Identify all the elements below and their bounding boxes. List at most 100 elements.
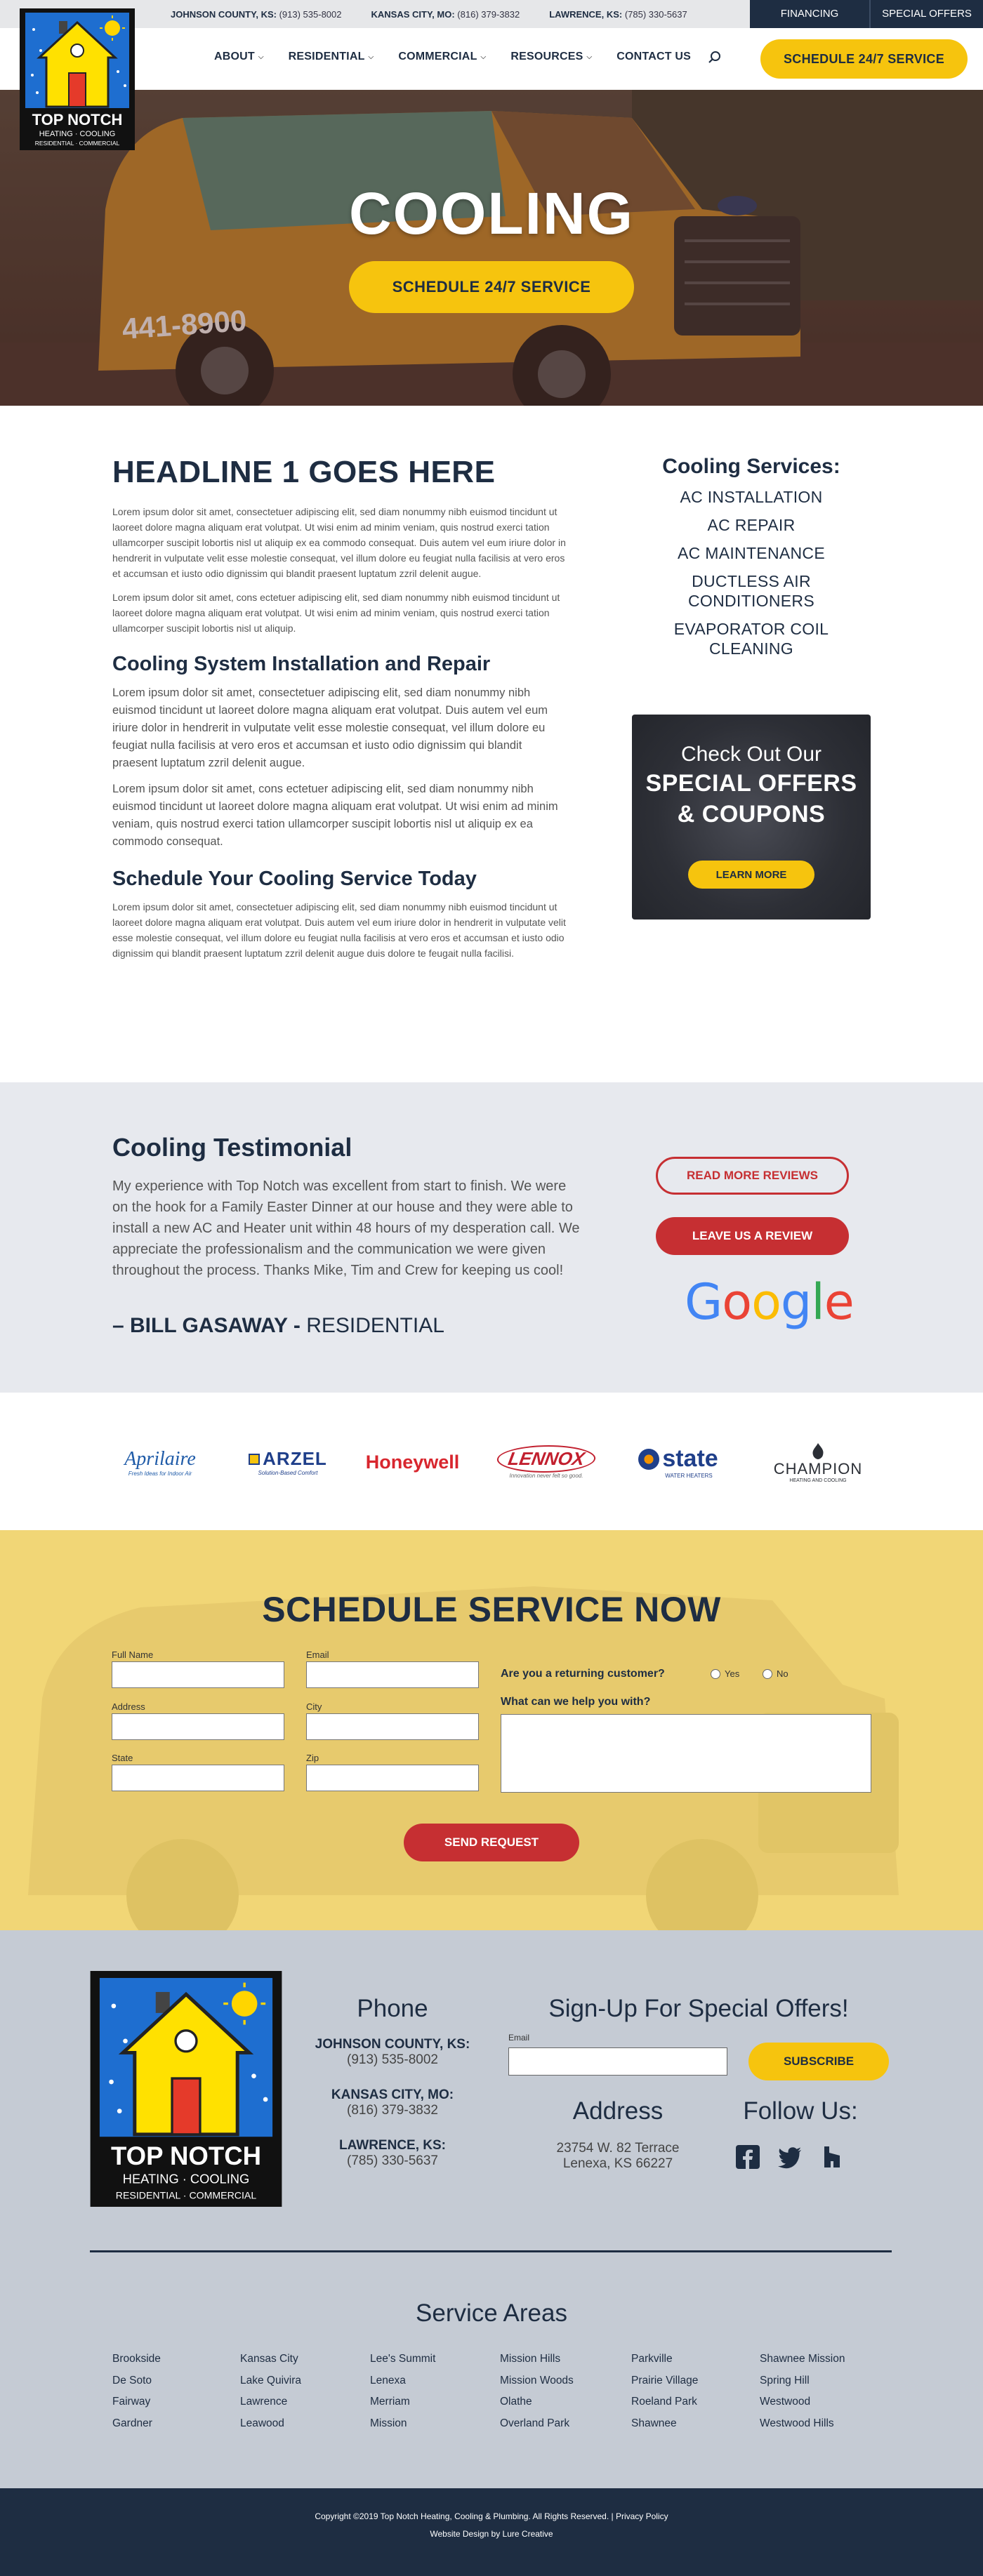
label-city: City	[306, 1701, 322, 1712]
label-zip: Zip	[306, 1753, 319, 1763]
brand-honeywell: Honeywell	[365, 1451, 460, 1473]
newsletter-email-input[interactable]	[508, 2047, 727, 2076]
send-request-button[interactable]: SEND REQUEST	[404, 1824, 579, 1861]
service-link-evaporator[interactable]: EVAPORATOR COIL CLEANING	[632, 619, 871, 658]
service-link-ac-repair[interactable]: AC REPAIR	[632, 515, 871, 535]
nav-commercial[interactable]: COMMERCIAL ⌵	[398, 51, 486, 63]
subheading: Cooling System Installation and Repair	[112, 653, 491, 675]
service-area[interactable]: Mission	[370, 2413, 496, 2435]
service-area[interactable]: Overland Park	[500, 2413, 626, 2435]
help-textarea[interactable]	[501, 1714, 871, 1793]
service-area[interactable]: Mission Hills	[500, 2349, 626, 2370]
zip-input[interactable]	[306, 1765, 479, 1791]
twitter-icon[interactable]	[778, 2145, 802, 2169]
hero-schedule-button[interactable]: SCHEDULE 24/7 SERVICE	[349, 261, 634, 313]
service-area[interactable]: Roeland Park	[631, 2391, 758, 2413]
phone-johnson[interactable]: JOHNSON COUNTY, KS: (913) 535-8002	[171, 9, 342, 20]
service-areas-column: Brookside De Soto Fairway Gardner	[112, 2349, 239, 2434]
subheading: Schedule Your Cooling Service Today	[112, 868, 477, 890]
services-title: Cooling Services:	[662, 455, 840, 478]
paragraph: Lorem ipsum dolor sit amet, cons ectetue…	[112, 783, 558, 848]
service-area[interactable]: Prairie Village	[631, 2370, 758, 2392]
schedule-service-form: SCHEDULE SERVICE NOW Full Name Email Add…	[0, 1530, 983, 1930]
copyright-bar: Copyright ©2019 Top Notch Heating, Cooli…	[0, 2488, 983, 2576]
special-offers-card[interactable]: Check Out Our SPECIAL OFFERS & COUPONS LE…	[632, 715, 871, 919]
brand-champion: CHAMPION HEATING AND COOLING	[762, 1438, 874, 1487]
service-areas-heading: Service Areas	[416, 2299, 567, 2327]
email-input[interactable]	[306, 1661, 479, 1688]
returning-customer-question: Are you a returning customer?	[501, 1668, 665, 1680]
service-area[interactable]: Lee's Summit	[370, 2349, 496, 2370]
service-area[interactable]: Leawood	[240, 2413, 367, 2435]
special-offers-button[interactable]: SPECIAL OFFERS	[869, 0, 983, 28]
subscribe-button[interactable]: SUBSCRIBE	[748, 2043, 889, 2080]
flame-icon	[812, 1442, 824, 1459]
nav-contact-us[interactable]: CONTACT US	[616, 51, 691, 63]
service-link-ac-installation[interactable]: AC INSTALLATION	[632, 487, 871, 507]
service-area[interactable]: Olathe	[500, 2391, 626, 2413]
footer-phone-johnson[interactable]: JOHNSON COUNTY, KS: (913) 535-8002	[294, 2037, 491, 2068]
service-area[interactable]: Lake Quivira	[240, 2370, 367, 2392]
service-area[interactable]: Shawnee	[631, 2413, 758, 2435]
schedule-service-button[interactable]: SCHEDULE 24/7 SERVICE	[760, 39, 968, 79]
service-area[interactable]: Lawrence	[240, 2391, 367, 2413]
service-area[interactable]: Kansas City	[240, 2349, 367, 2370]
chevron-down-icon: ⌵	[258, 53, 264, 61]
address-heading: Address	[572, 2097, 664, 2125]
service-area[interactable]: Spring Hill	[760, 2370, 886, 2392]
design-credit[interactable]: Website Design by Lure Creative	[0, 2529, 983, 2539]
top-notch-logo[interactable]: TOP NOTCH HEATING · COOLING RESIDENTIAL …	[90, 1971, 282, 2207]
service-area[interactable]: Shawnee Mission	[760, 2349, 886, 2370]
paragraph: Lorem ipsum dolor sit amet, consectetuer…	[112, 686, 548, 769]
service-area[interactable]: Brookside	[112, 2349, 239, 2370]
phone-lawrence[interactable]: LAWRENCE, KS: (785) 330-5637	[549, 9, 687, 20]
svg-text:HEATING · COOLING: HEATING · COOLING	[123, 2172, 249, 2186]
service-link-ductless[interactable]: DUCTLESS AIR CONDITIONERS	[632, 571, 871, 611]
returning-no-radio[interactable]	[763, 1669, 772, 1679]
article: HEADLINE 1 GOES HERE Lorem ipsum dolor s…	[112, 455, 569, 969]
returning-yes-radio[interactable]	[711, 1669, 720, 1679]
service-area[interactable]: Merriam	[370, 2391, 496, 2413]
main-nav: ABOUT ⌵ RESIDENTIAL ⌵ COMMERCIAL ⌵ RESOURCE…	[214, 51, 691, 63]
nav-resources[interactable]: RESOURCES ⌵	[510, 51, 592, 63]
full-name-input[interactable]	[112, 1661, 284, 1688]
brand-state: state WATER HEATERS	[629, 1438, 727, 1487]
copyright-text[interactable]: Copyright ©2019 Top Notch Heating, Cooli…	[0, 2511, 983, 2521]
service-area[interactable]: Westwood	[760, 2391, 886, 2413]
service-area[interactable]: Mission Woods	[500, 2370, 626, 2392]
svg-text:RESIDENTIAL · COMMERCIAL: RESIDENTIAL · COMMERCIAL	[116, 2189, 257, 2200]
nav-residential[interactable]: RESIDENTIAL ⌵	[289, 51, 374, 63]
houzz-icon[interactable]	[820, 2145, 844, 2169]
service-area[interactable]: Lenexa	[370, 2370, 496, 2392]
phone-kansas-city[interactable]: KANSAS CITY, MO: (816) 379-3832	[371, 9, 520, 20]
learn-more-button[interactable]: LEARN MORE	[688, 861, 814, 889]
service-area[interactable]: Parkville	[631, 2349, 758, 2370]
service-area[interactable]: Westwood Hills	[760, 2413, 886, 2435]
label-email: Email	[306, 1649, 329, 1660]
service-areas-column: Kansas City Lake Quivira Lawrence Leawoo…	[240, 2349, 367, 2434]
service-link-ac-maintenance[interactable]: AC MAINTENANCE	[632, 543, 871, 563]
top-notch-logo[interactable]: TOP NOTCH HEATING · COOLING RESIDENTIAL …	[20, 8, 135, 150]
address-input[interactable]	[112, 1713, 284, 1740]
state-input[interactable]	[112, 1765, 284, 1791]
google-logo[interactable]: Google	[685, 1273, 855, 1331]
main-nav-bar: ABOUT ⌵ RESIDENTIAL ⌵ COMMERCIAL ⌵ RESOURCE…	[0, 28, 983, 90]
financing-button[interactable]: FINANCING	[750, 0, 869, 28]
nav-about[interactable]: ABOUT ⌵	[214, 51, 264, 63]
service-area[interactable]: Fairway	[112, 2391, 239, 2413]
footer-phone-kansas-city[interactable]: KANSAS CITY, MO: (816) 379-3832	[294, 2087, 491, 2118]
footer-address: 23754 W. 82 Terrace Lenexa, KS 66227	[556, 2141, 680, 2171]
returning-yes-label: Yes	[725, 1668, 740, 1679]
leave-review-button[interactable]: LEAVE US A REVIEW	[656, 1217, 849, 1255]
footer-phone-lawrence[interactable]: LAWRENCE, KS: (785) 330-5637	[294, 2138, 491, 2169]
service-area[interactable]: Gardner	[112, 2413, 239, 2435]
top-bar: JOHNSON COUNTY, KS: (913) 535-8002 KANSA…	[0, 0, 983, 28]
facebook-icon[interactable]	[736, 2145, 760, 2169]
testimonial-section: Cooling Testimonial My experience with T…	[0, 1082, 983, 1393]
city-input[interactable]	[306, 1713, 479, 1740]
read-more-reviews-button[interactable]: READ MORE REVIEWS	[656, 1157, 849, 1195]
testimonial-author: – BILL GASAWAY - RESIDENTIAL	[112, 1314, 444, 1337]
service-areas-column: Parkville Prairie Village Roeland Park S…	[631, 2349, 758, 2434]
service-area[interactable]: De Soto	[112, 2370, 239, 2392]
search-icon[interactable]	[707, 50, 723, 65]
